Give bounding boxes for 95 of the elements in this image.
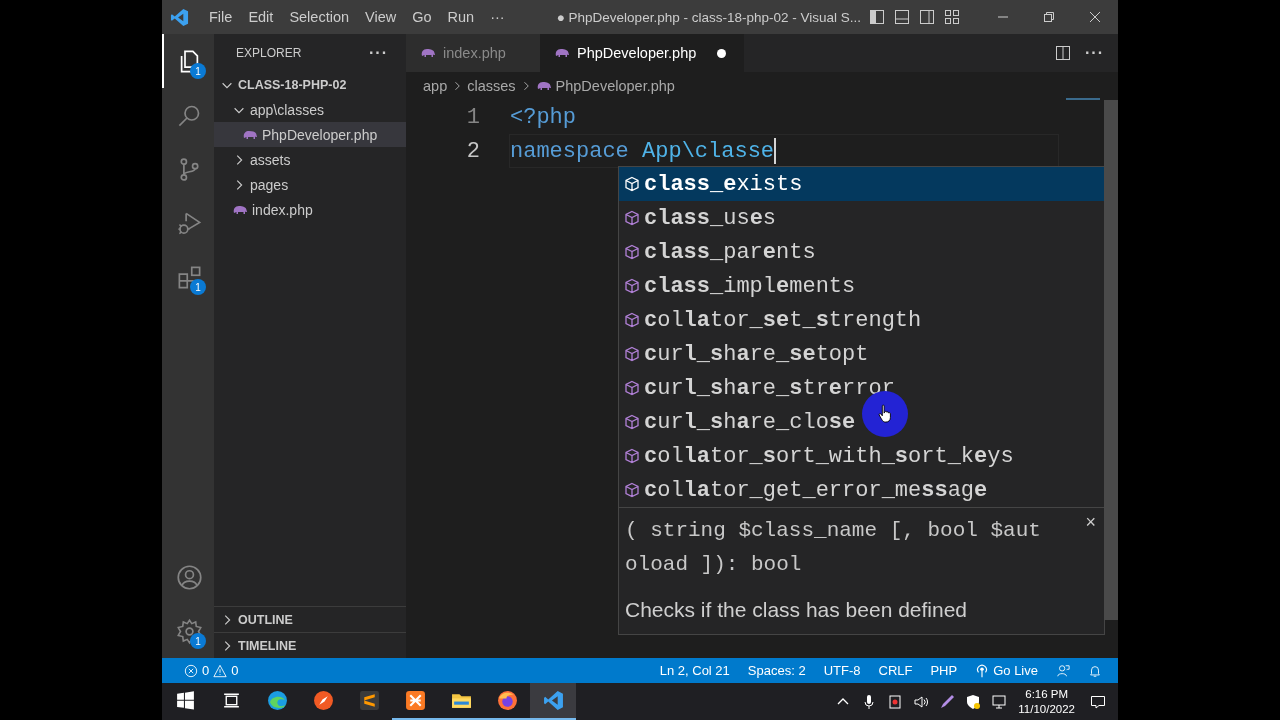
explorer-folder[interactable]: app\classes bbox=[214, 97, 406, 122]
status-item[interactable]: UTF-8 bbox=[815, 663, 869, 678]
broadcast-icon bbox=[975, 663, 990, 678]
suggestion-item[interactable]: class_parents bbox=[619, 235, 1104, 269]
suggestion-item[interactable]: curl_share_setopt bbox=[619, 337, 1104, 371]
settings-activity-button[interactable]: 1 bbox=[162, 604, 214, 658]
menu-item[interactable]: File bbox=[201, 5, 241, 29]
more-menu-button[interactable]: ··· bbox=[482, 5, 513, 29]
status-item[interactable]: Go Live bbox=[967, 663, 1046, 678]
explorer-php-entry[interactable]: PhpDeveloper.php bbox=[214, 122, 406, 147]
error-icon bbox=[184, 663, 198, 678]
cube-icon bbox=[624, 482, 640, 498]
count-badge: 1 bbox=[190, 279, 206, 295]
more-actions-button[interactable]: ··· bbox=[1085, 44, 1104, 62]
elephant-icon bbox=[535, 80, 552, 92]
cube-icon bbox=[624, 278, 640, 294]
description-text: Checks if the class has been defined bbox=[625, 598, 969, 622]
status-item[interactable]: CRLF bbox=[870, 663, 921, 678]
close-button[interactable]: × bbox=[1085, 512, 1096, 533]
browser-icon bbox=[266, 690, 288, 711]
cube-icon bbox=[624, 346, 640, 362]
notification-icon[interactable] bbox=[1090, 693, 1106, 710]
breadcrumb-item[interactable]: classes bbox=[467, 78, 516, 94]
line-number: 1 bbox=[465, 104, 480, 130]
status-item[interactable]: Spaces: 2 bbox=[739, 663, 814, 678]
compass-icon bbox=[312, 690, 334, 711]
pen-icon[interactable] bbox=[939, 693, 956, 710]
split-editor-icon[interactable] bbox=[1055, 45, 1071, 61]
elephant-icon bbox=[554, 47, 570, 59]
menu-item[interactable]: Go bbox=[404, 5, 440, 29]
elephant-icon bbox=[232, 203, 248, 216]
suggestion-item[interactable]: collator_set_strength bbox=[619, 303, 1104, 337]
section-header[interactable]: OUTLINE bbox=[214, 606, 406, 632]
code-token: <?php bbox=[510, 104, 576, 130]
cube-icon bbox=[624, 244, 640, 260]
breadcrumb-item[interactable]: PhpDeveloper.php bbox=[555, 78, 675, 94]
window-title: ● PhpDeveloper.php - class-18-php-02 - Visual S... bbox=[556, 9, 861, 25]
suggestion-item[interactable]: curl_share_close bbox=[619, 405, 1104, 439]
warning-icon bbox=[213, 663, 228, 678]
hand-pointer-icon bbox=[876, 403, 894, 425]
scrollbar-thumb[interactable] bbox=[1104, 100, 1118, 620]
status-item[interactable]: PHP bbox=[922, 663, 966, 678]
elephant-icon bbox=[242, 128, 258, 141]
editor-tab[interactable]: index.php bbox=[406, 34, 540, 72]
explorer-php-entry[interactable]: index.php bbox=[214, 197, 406, 222]
suggestion-item[interactable]: class_uses bbox=[619, 201, 1104, 235]
menu-item[interactable]: Edit bbox=[240, 5, 282, 29]
shield-icon[interactable] bbox=[965, 693, 982, 710]
windows-icon bbox=[174, 690, 196, 711]
suggestion-item[interactable]: class_exists bbox=[619, 167, 1104, 201]
cube-icon bbox=[624, 448, 640, 464]
sidebar-title: EXPLORER bbox=[236, 46, 302, 60]
server-app-icon bbox=[404, 690, 426, 711]
project-folder[interactable]: CLASS-18-PHP-02 bbox=[214, 72, 406, 97]
suggestion-item[interactable]: collator_get_error_message bbox=[619, 473, 1104, 507]
account-icon bbox=[175, 563, 203, 591]
explorer-folder[interactable]: pages bbox=[214, 172, 406, 197]
elephant-icon bbox=[420, 47, 436, 59]
text-editor-icon bbox=[358, 690, 380, 711]
menu-item[interactable]: Selection bbox=[281, 5, 358, 29]
cube-icon bbox=[624, 414, 640, 430]
split-toggle-icon[interactable] bbox=[919, 9, 935, 25]
suggestion-item[interactable]: curl_share_strerror bbox=[619, 371, 1104, 405]
editor-tab[interactable]: PhpDeveloper.php bbox=[540, 34, 745, 72]
count-badge: 1 bbox=[190, 63, 206, 79]
more-actions-button[interactable]: ··· bbox=[369, 44, 388, 62]
cube-icon bbox=[624, 312, 640, 328]
code-token: namespace bbox=[510, 138, 630, 164]
line-number: 2 bbox=[465, 138, 480, 164]
app-logo-icon bbox=[170, 7, 189, 27]
recording-icon[interactable] bbox=[887, 693, 904, 710]
speaker-icon[interactable] bbox=[913, 693, 930, 710]
count-badge: 1 bbox=[190, 633, 206, 649]
menu-item[interactable]: View bbox=[357, 5, 405, 29]
suggestion-item[interactable]: class_implements bbox=[619, 269, 1104, 303]
status-item[interactable]: Ln 2, Col 21 bbox=[651, 663, 738, 678]
network-icon[interactable] bbox=[991, 693, 1008, 710]
gear-icon bbox=[175, 617, 203, 645]
extensions-activity-button[interactable]: 1 bbox=[162, 250, 214, 304]
sidebar-toggle-icon[interactable] bbox=[869, 9, 885, 25]
problems-status[interactable]: 0 0 bbox=[176, 663, 247, 678]
clock[interactable]: 6:16 PM 11/10/2022 bbox=[1018, 686, 1075, 717]
layout-icon[interactable] bbox=[944, 9, 960, 25]
cube-icon bbox=[624, 176, 640, 192]
code-editor-icon bbox=[542, 690, 564, 711]
code-token: App\classe bbox=[642, 138, 775, 164]
signature-text: ( string $class_name [, bool $aut oload ]): bool bbox=[625, 518, 1042, 578]
browser-icon bbox=[496, 690, 518, 711]
cube-icon bbox=[624, 380, 640, 396]
menu-item[interactable]: Run bbox=[439, 5, 483, 29]
suggestion-item[interactable]: collator_sort_with_sort_keys bbox=[619, 439, 1104, 473]
panel-toggle-icon[interactable] bbox=[894, 9, 910, 25]
cube-icon bbox=[624, 210, 640, 226]
breadcrumb-item[interactable]: app bbox=[423, 78, 448, 94]
explorer-folder[interactable]: assets bbox=[214, 147, 406, 172]
